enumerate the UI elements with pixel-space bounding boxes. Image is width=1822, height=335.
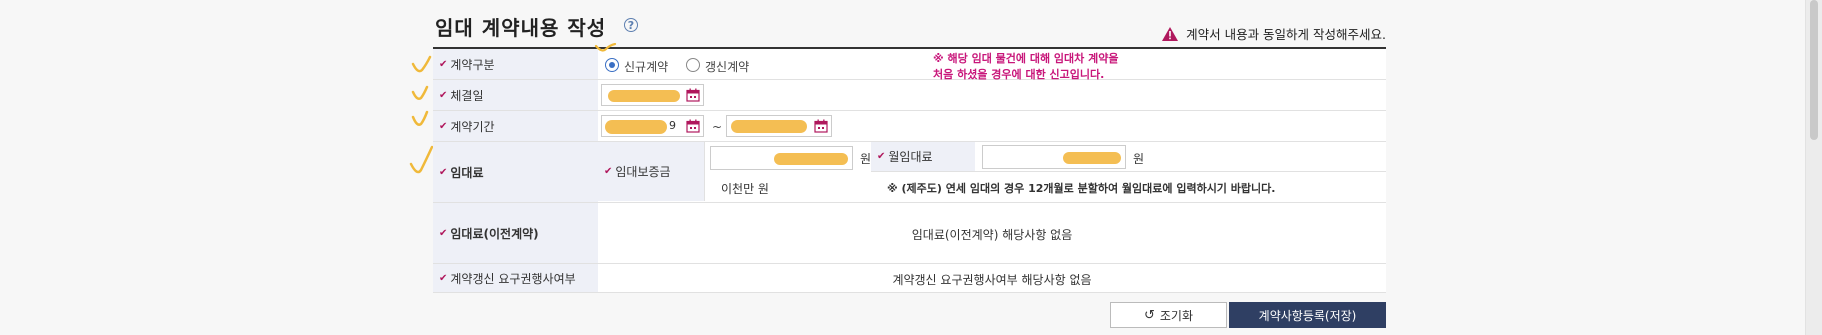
deposit-input[interactable] bbox=[710, 146, 853, 170]
contract-type-cell: 신규계약 갱신계약 ※ 해당 임대 물건에 대해 임대차 계약을 처음 하셨을 … bbox=[594, 43, 1386, 81]
monthly-rent-input[interactable] bbox=[982, 145, 1126, 169]
row-prev-rent: ✔ 임대료(이전계약) 임대료(이전계약) 해당사항 없음 bbox=[433, 203, 1386, 264]
period-end-input[interactable] bbox=[726, 115, 832, 137]
row-renewal-right: ✔ 계약갱신 요구권행사여부 계약갱신 요구권행사여부 해당사항 없음 bbox=[433, 264, 1386, 293]
label-renewal-right: ✔ 계약갱신 요구권행사여부 bbox=[433, 264, 598, 292]
contract-form: ✔ 계약구분 신규계약 갱신계약 ※ 해당 임대 물건에 대해 임대차 계약을 처… bbox=[433, 43, 1386, 293]
redaction-mark bbox=[774, 153, 848, 165]
jeju-rent-note: ※ (제주도) 연세 임대의 경우 12개월로 분할하여 월임대료에 입력하시기… bbox=[887, 182, 1276, 195]
label-deposit: ✔ 임대보증금 bbox=[598, 142, 705, 201]
notice-message: 계약서 내용과 동일하게 작성해주세요. bbox=[1161, 24, 1386, 43]
redaction-mark bbox=[731, 120, 807, 133]
row-contract-type: ✔ 계약구분 신규계약 갱신계약 ※ 해당 임대 물건에 대해 임대차 계약을 처… bbox=[433, 43, 1386, 81]
label-signing-date: ✔ 체결일 bbox=[433, 80, 598, 110]
signing-date-input[interactable] bbox=[601, 84, 704, 106]
period-start-input[interactable]: 9 bbox=[601, 115, 704, 137]
prev-rent-value: 임대료(이전계약) 해당사항 없음 bbox=[911, 228, 1073, 242]
label-monthly-rent: ✔ 월임대료 bbox=[871, 142, 975, 171]
required-check-icon: ✔ bbox=[439, 58, 448, 70]
scrollbar-thumb[interactable] bbox=[1810, 0, 1818, 140]
label-prev-rent: ✔ 임대료(이전계약) bbox=[433, 203, 598, 263]
save-contract-button[interactable]: 계약사항등록(저장) bbox=[1229, 302, 1386, 328]
handwritten-check-mark bbox=[594, 43, 617, 52]
contract-period-cell: 9 ~ bbox=[598, 111, 1386, 141]
rent-cell: ✔ 임대보증금 원 이천만 원 ✔ 월임대료 원 ※ (제주도) 연세 임대의 경우… bbox=[598, 142, 1386, 202]
handwritten-check-mark bbox=[411, 55, 432, 73]
reset-button[interactable]: ↺ 조기화 bbox=[1110, 302, 1227, 328]
label-contract-type: ✔ 계약구분 bbox=[433, 49, 598, 79]
calendar-icon[interactable] bbox=[686, 88, 700, 102]
contract-form-panel: 임대 계약내용 작성 ? 계약서 내용과 동일하게 작성해주세요. ✔ 계약구분 … bbox=[433, 0, 1386, 328]
monthly-rent-unit: 원 bbox=[1133, 152, 1145, 166]
vertical-scrollbar[interactable] bbox=[1805, 0, 1822, 335]
reset-icon: ↺ bbox=[1143, 307, 1155, 323]
radio-new-contract[interactable] bbox=[605, 58, 619, 72]
row-signing-date: ✔ 체결일 bbox=[433, 80, 1386, 111]
redaction-mark bbox=[1063, 152, 1121, 164]
page-title: 임대 계약내용 작성 bbox=[435, 16, 607, 40]
prev-rent-cell: 임대료(이전계약) 해당사항 없음 bbox=[598, 203, 1386, 263]
handwritten-check-mark bbox=[409, 145, 434, 174]
redaction-mark bbox=[605, 120, 667, 134]
row-contract-period: ✔ 계약기간 9 ~ bbox=[433, 111, 1386, 142]
redaction-mark bbox=[608, 90, 680, 102]
notice-text: 계약서 내용과 동일하게 작성해주세요. bbox=[1186, 27, 1386, 42]
help-icon[interactable]: ? bbox=[624, 18, 638, 32]
radio-renewal-contract-label[interactable]: 갱신계약 bbox=[705, 58, 749, 75]
title-row: 임대 계약내용 작성 ? 계약서 내용과 동일하게 작성해주세요. bbox=[433, 0, 1386, 48]
required-check-icon: ✔ bbox=[604, 166, 613, 177]
contract-type-note: ※ 해당 임대 물건에 대해 임대차 계약을 처음 하셨을 경우에 대한 신고입… bbox=[933, 52, 1119, 81]
renewal-right-value: 계약갱신 요구권행사여부 해당사항 없음 bbox=[892, 273, 1092, 287]
required-check-icon: ✔ bbox=[439, 120, 448, 132]
required-check-icon: ✔ bbox=[439, 272, 448, 284]
period-start-partial-text: 9 bbox=[669, 119, 676, 132]
calendar-icon[interactable] bbox=[814, 119, 828, 133]
required-check-icon: ✔ bbox=[877, 151, 886, 162]
renewal-right-cell: 계약갱신 요구권행사여부 해당사항 없음 bbox=[598, 264, 1386, 292]
period-separator: ~ bbox=[712, 120, 723, 134]
required-check-icon: ✔ bbox=[439, 166, 448, 178]
radio-renewal-contract[interactable] bbox=[686, 58, 700, 72]
required-check-icon: ✔ bbox=[439, 227, 448, 239]
row-rent: ✔ 임대료 ✔ 임대보증금 원 이천만 원 ✔ 월임대료 원 ※ (제주도) 연세 임… bbox=[433, 142, 1386, 203]
label-rent: ✔ 임대료 bbox=[433, 142, 598, 202]
calendar-icon[interactable] bbox=[686, 119, 700, 133]
deposit-unit: 원 bbox=[860, 152, 872, 166]
rent-divider bbox=[871, 171, 1386, 172]
label-contract-period: ✔ 계약기간 bbox=[433, 111, 598, 141]
radio-new-contract-label[interactable]: 신규계약 bbox=[624, 58, 668, 75]
warning-icon bbox=[1162, 26, 1179, 41]
signing-date-cell bbox=[598, 80, 1386, 110]
required-check-icon: ✔ bbox=[439, 89, 448, 101]
handwritten-check-mark bbox=[411, 85, 429, 100]
deposit-korean-amount: 이천만 원 bbox=[721, 182, 769, 196]
handwritten-check-mark bbox=[411, 110, 429, 126]
